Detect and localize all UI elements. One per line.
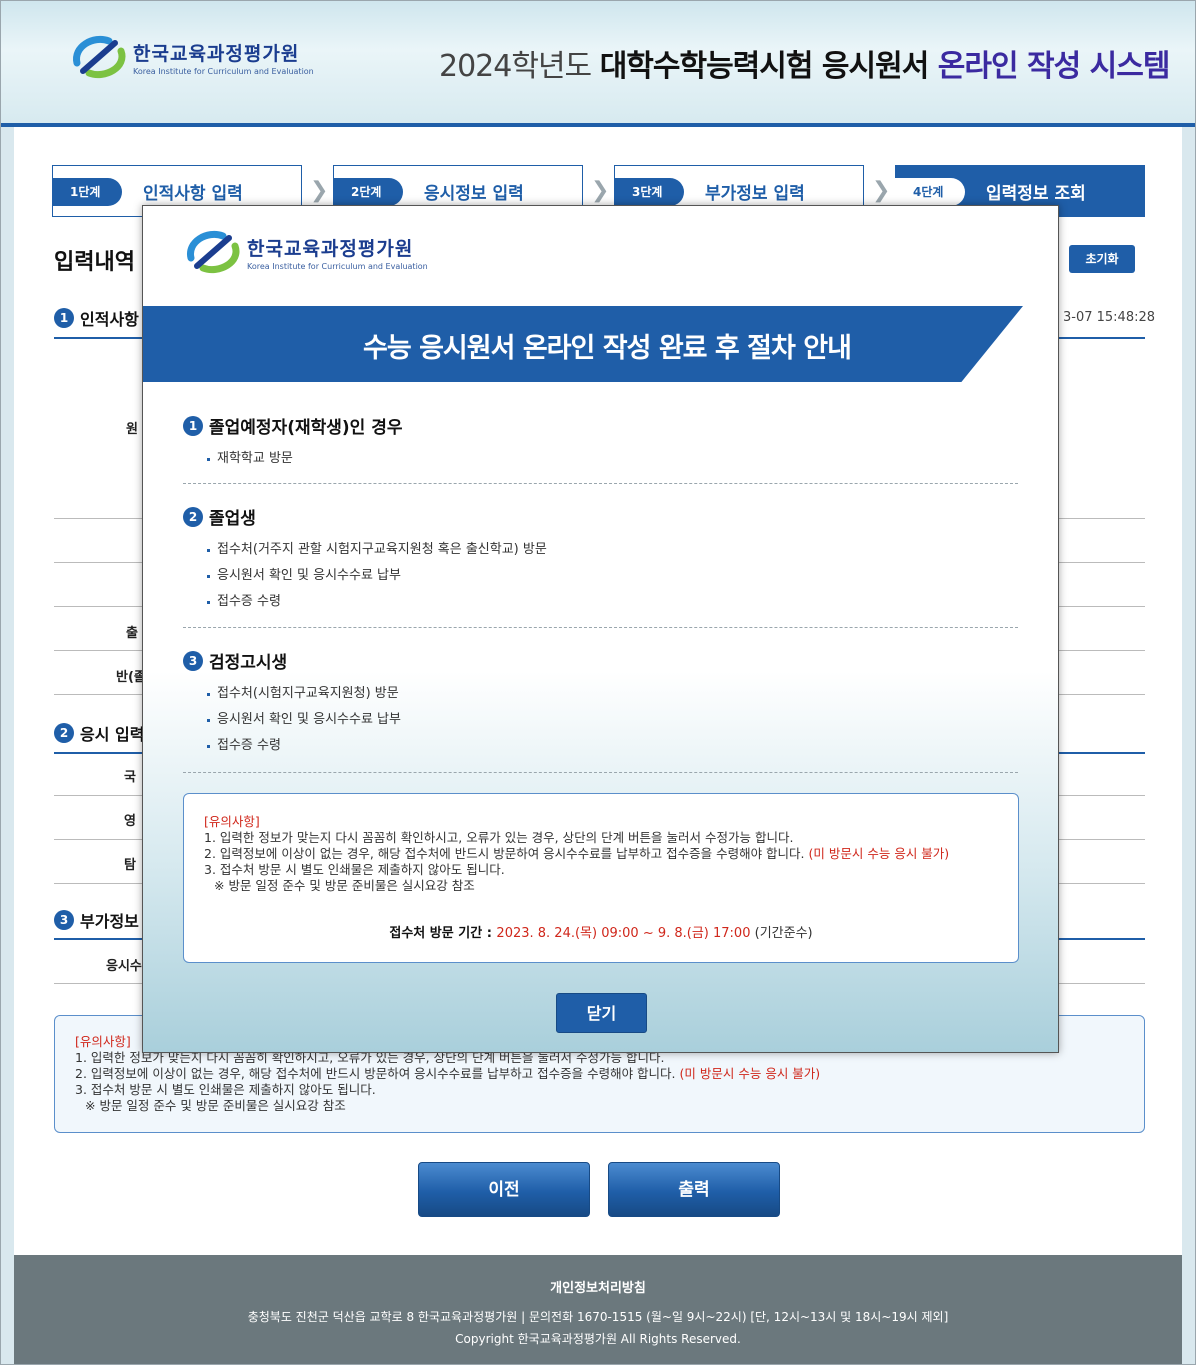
guide-section-title: 검정고시생 (209, 653, 288, 673)
completion-guide-modal: 한국교육과정평가원 Korea Institute for Curriculum… (142, 205, 1059, 1053)
site-footer: 개인정보처리방침 충청북도 진천군 덕산읍 교학로 8 한국교육과정평가원 | … (14, 1255, 1182, 1364)
section-heading-personal: 1 인적사항 (54, 306, 139, 330)
title-year: 2024학년도 (439, 49, 600, 84)
title-main: 대학수학능력시험 응시원서 (599, 49, 938, 84)
guide-section-graduating: 1 졸업예정자(재학생)인 경우 재학학교 방문 (183, 413, 403, 472)
visit-period-value: 2023. 8. 24.(목) 09:00 ~ 9. 8.(금) 17:00 (496, 926, 751, 941)
close-button[interactable]: 닫기 (556, 993, 647, 1033)
system-title: 2024학년도 대학수학능력시험 응시원서 온라인 작성 시스템 (439, 41, 1171, 85)
row-label: 원 (126, 422, 138, 437)
modal-title-banner: 수능 응시원서 온라인 작성 완료 후 절차 안내 (143, 306, 1023, 382)
notice-line-text: 2. 입력정보에 이상이 없는 경우, 해당 접수처에 반드시 방문하여 응시수… (204, 846, 809, 861)
left-gutter (1, 127, 14, 1364)
guide-item: 접수증 수령 (207, 733, 401, 759)
visit-period-label: 접수처 방문 기간 : (389, 926, 497, 941)
step-badge: 4단계 (895, 178, 965, 206)
guide-section-title: 졸업예정자(재학생)인 경우 (209, 418, 403, 438)
row-label: 영 (124, 814, 136, 829)
section-title: 부가정보 (80, 912, 139, 931)
site-header: 한국교육과정평가원 Korea Institute for Curriculum… (1, 1, 1195, 127)
section-title: 인적사항 (80, 310, 139, 329)
notice-line: ※ 방문 일정 준수 및 방문 준비물은 실시요강 참조 (85, 1098, 346, 1113)
logo-english-text: Korea Institute for Curriculum and Evalu… (133, 66, 314, 76)
logo-english-text: Korea Institute for Curriculum and Evalu… (247, 261, 428, 271)
step-label: 응시정보 입력 (424, 184, 524, 204)
notice-heading: [유의사항] (204, 814, 260, 829)
notice-line: 1. 입력한 정보가 맞는지 다시 꼼꼼히 확인하시고, 오류가 있는 경우, … (204, 830, 794, 845)
dashed-divider (183, 483, 1018, 484)
step-badge: 2단계 (333, 178, 403, 206)
guide-item: 응시원서 확인 및 응시수수료 납부 (207, 707, 401, 733)
section-heading-exam: 2 응시 입력 (54, 721, 144, 745)
footer-address: 충청북도 진천군 덕산읍 교학로 8 한국교육과정평가원 | 문의전화 1670… (247, 1310, 949, 1324)
section-number: 1 (54, 308, 74, 328)
notice-line-text: 2. 입력정보에 이상이 없는 경우, 해당 접수처에 반드시 방문하여 응시수… (75, 1066, 680, 1081)
step-label: 부가정보 입력 (705, 184, 805, 204)
notice-line: 2. 입력정보에 이상이 없는 경우, 해당 접수처에 반드시 방문하여 응시수… (204, 846, 1018, 862)
step-badge: 3단계 (614, 178, 684, 206)
visit-period-note: (기간준수) (750, 926, 813, 941)
step-label: 인적사항 입력 (143, 184, 243, 204)
modal-kice-logo: 한국교육과정평가원 Korea Institute for Curriculum… (183, 228, 428, 276)
chevron-right-icon: ❯ (591, 178, 610, 203)
prev-button[interactable]: 이전 (418, 1162, 590, 1217)
section-number: 2 (183, 506, 203, 527)
section-number: 3 (54, 910, 74, 930)
modal-title: 수능 응시원서 온라인 작성 완료 후 절차 안내 (363, 333, 852, 364)
notice-line: 2. 입력정보에 이상이 없는 경우, 해당 접수처에 반드시 방문하여 응시수… (75, 1066, 1144, 1082)
guide-item: 접수처(거주지 관할 시험지구교육지원청 혹은 출신학교) 방문 (207, 537, 547, 563)
guide-section-graduate: 2 졸업생 접수처(거주지 관할 시험지구교육지원청 혹은 출신학교) 방문 응시… (183, 504, 547, 615)
kice-logo-mark-icon (69, 33, 129, 81)
page-title: 입력내역 (54, 250, 135, 275)
dashed-divider (183, 627, 1018, 628)
chevron-right-icon: ❯ (872, 178, 891, 203)
reset-button[interactable]: 초기화 (1069, 245, 1135, 273)
visit-period: 접수처 방문 기간 : 2023. 8. 24.(목) 09:00 ~ 9. 8… (184, 926, 1018, 942)
row-label: 국 (124, 770, 136, 785)
guide-section-title: 졸업생 (209, 509, 256, 529)
dashed-divider (183, 772, 1018, 773)
logo-korean-text: 한국교육과정평가원 (133, 42, 300, 65)
notice-warning: (미 방문시 수능 응시 불가) (679, 1066, 821, 1081)
kice-logo[interactable]: 한국교육과정평가원 Korea Institute for Curriculum… (69, 33, 314, 81)
guide-section-ged: 3 검정고시생 접수처(시험지구교육지원청) 방문 응시원서 확인 및 응시수수료… (183, 648, 401, 759)
modal-notice-box: [유의사항] 1. 입력한 정보가 맞는지 다시 꼼꼼히 확인하시고, 오류가 … (183, 793, 1019, 963)
timestamp: 3-07 15:48:28 (1063, 310, 1156, 325)
logo-korean-text: 한국교육과정평가원 (247, 237, 414, 260)
notice-line: 3. 접수처 방문 시 별도 인쇄물은 제출하지 않아도 됩니다. (75, 1082, 376, 1097)
section-heading-extra: 3 부가정보 (54, 908, 139, 932)
row-label: 탐 (124, 858, 136, 873)
row-label: 응시수 (106, 959, 142, 974)
notice-line: ※ 방문 일정 준수 및 방문 준비물은 실시요강 참조 (214, 878, 475, 893)
row-label: 출 (126, 626, 138, 641)
right-gutter (1182, 127, 1195, 1364)
section-number: 3 (183, 650, 203, 671)
guide-item: 재학학교 방문 (207, 446, 403, 472)
section-number: 2 (54, 723, 74, 743)
title-accent: 온라인 작성 시스템 (937, 49, 1171, 84)
kice-logo-mark-icon (183, 228, 243, 276)
guide-item: 접수처(시험지구교육지원청) 방문 (207, 681, 401, 707)
guide-item: 응시원서 확인 및 응시수수료 납부 (207, 563, 547, 589)
section-number: 1 (183, 415, 203, 436)
notice-warning: (미 방문시 수능 응시 불가) (808, 846, 950, 861)
step-badge: 1단계 (52, 178, 122, 206)
notice-line: 3. 접수처 방문 시 별도 인쇄물은 제출하지 않아도 됩니다. (204, 862, 505, 877)
section-title: 응시 입력 (80, 725, 145, 744)
step-label: 입력정보 조회 (986, 184, 1086, 204)
guide-item: 접수증 수령 (207, 589, 547, 615)
footer-copyright: Copyright 한국교육과정평가원 All Rights Reserved. (455, 1332, 741, 1346)
privacy-policy-link[interactable]: 개인정보처리방침 (14, 1277, 1182, 1296)
chevron-right-icon: ❯ (310, 178, 329, 203)
print-button[interactable]: 출력 (608, 1162, 780, 1217)
